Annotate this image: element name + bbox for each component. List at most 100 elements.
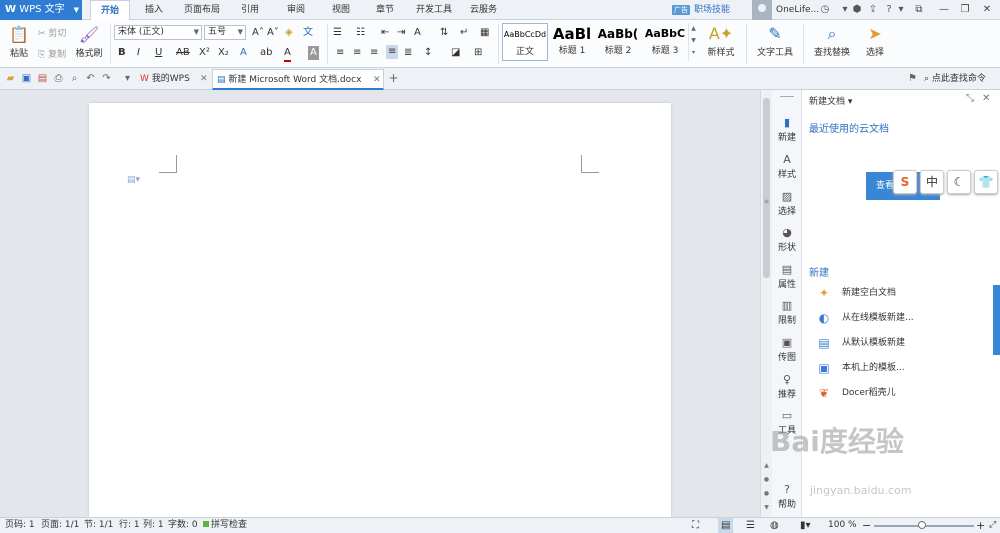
sidebar-item-shape[interactable]: ◕ 形状 [772,226,802,253]
document-page[interactable]: ▤▾ [89,103,671,517]
shading-icon[interactable]: ◪ [451,46,460,60]
print-preview-icon[interactable]: ⌕ [68,72,81,85]
recent-cloud-docs-link[interactable]: 最近使用的云文档 [809,120,889,135]
highlight-icon[interactable]: ab [260,46,272,60]
command-search[interactable]: ⌕ 点此查找命令 [924,68,986,90]
zoom-in-button[interactable]: + [976,518,985,533]
increase-indent-icon[interactable]: ⇥ [397,26,405,40]
share-icon[interactable]: ⇪ [866,3,880,17]
menu-cloud[interactable]: 云服务 [470,0,497,20]
font-name-select[interactable]: 宋体 (正文) ▼ [114,25,202,40]
status-page-number[interactable]: 页码: 1 [5,518,35,533]
clear-format-icon[interactable]: ◈ [285,26,293,40]
tab-my-wps[interactable]: W 我的WPS ✕ [136,69,210,90]
collapse-icon[interactable]: ⤡ [966,93,974,104]
menu-home[interactable]: 开始 [90,0,131,21]
phonetic-icon[interactable]: 文 [303,26,313,40]
font-color-icon[interactable]: A [284,46,291,62]
copy-button[interactable]: ⎘ 复制 [38,47,66,60]
paste-options-icon[interactable]: ▤▾ [127,175,140,185]
tab-document[interactable]: ▤ 新建 Microsoft Word 文档.docx ✕ [212,69,384,90]
sidebar-item-upload-image[interactable]: ▣ 传图 [772,336,802,363]
new-style-button[interactable]: A✦ 新样式 [702,23,740,58]
restore-toolbar-icon[interactable]: ⧉ [910,1,928,19]
expand-icon[interactable]: ⤢ [989,518,996,533]
show-marks-icon[interactable]: ↵ [460,26,468,40]
zoom-slider-thumb[interactable] [918,521,926,529]
bold-button[interactable]: B [118,46,126,60]
sync-icon[interactable]: ◷ [818,3,832,17]
status-row[interactable]: 行: 1 [119,518,140,533]
style-heading-3[interactable]: AaBbC 标题 3 [642,23,688,61]
paste-button[interactable]: 📋 粘贴 [6,24,32,59]
select-button[interactable]: ➤ 选择 [860,23,890,58]
maximize-button[interactable]: ❐ [956,1,974,19]
sidebar-item-new[interactable]: ▮ 新建 [772,116,802,143]
moon-icon[interactable]: ☾ [947,170,971,194]
ad-link[interactable]: 职场技能 [694,0,730,20]
zoom-out-button[interactable]: − [862,518,871,533]
minimize-button[interactable]: — [935,1,953,19]
strikethrough-button[interactable]: AB [176,46,190,60]
text-tools-button[interactable]: ✎ 文字工具 [752,23,798,58]
status-pages[interactable]: 页面: 1/1 [41,518,79,533]
bullet-list-icon[interactable]: ☰ [333,26,342,40]
style-normal[interactable]: AaBbCcDd 正文 [502,23,548,61]
status-col[interactable]: 列: 1 [143,518,164,533]
sort-icon[interactable]: ⇅ [440,26,448,40]
sidebar-item-recommend[interactable]: ♀ 推荐 [772,373,802,400]
subscript-button[interactable]: X₂ [218,46,229,60]
app-menu-button[interactable]: W WPS 文字 ▼ [0,0,82,20]
sidebar-item-restrict[interactable]: ▥ 限制 [772,299,802,326]
open-folder-icon[interactable]: ▰ [4,72,17,85]
prev-page-icon[interactable]: ● [763,476,770,483]
scroll-up-icon[interactable]: ▲ [763,462,770,469]
format-painter-button[interactable]: 🖌 格式刷 [74,24,104,59]
text-effect-icon[interactable]: A [240,46,247,60]
menu-chapter[interactable]: 章节 [376,0,394,20]
menu-view[interactable]: 视图 [332,0,350,20]
superscript-button[interactable]: X² [199,46,210,60]
menu-references[interactable]: 引用 [241,0,259,20]
cut-button[interactable]: ✂ 剪切 [38,26,66,39]
distributed-icon[interactable]: ≣ [404,46,412,60]
read-mode-icon[interactable]: ▮▾ [800,518,811,533]
align-center-icon[interactable]: ≡ [353,46,361,60]
decrease-indent-icon[interactable]: ⇤ [381,26,389,40]
status-word-count[interactable]: 字数: 0 [168,518,198,533]
fullscreen-icon[interactable]: ⛶ [692,518,699,533]
next-page-icon[interactable]: ● [763,490,770,497]
sidebar-item-style[interactable]: A 样式 [772,153,802,180]
chevron-down-icon[interactable]: ▾ [894,3,908,17]
line-spacing-icon[interactable]: ↕ [424,46,432,60]
ime-chinese-icon[interactable]: 中 [920,170,944,194]
status-section[interactable]: 节: 1/1 [84,518,113,533]
web-view-icon[interactable]: ◍ [770,518,779,533]
avatar[interactable] [752,0,772,20]
style-heading-2[interactable]: AaBb( 标题 2 [596,23,640,61]
redo-icon[interactable]: ↷ [100,72,113,85]
undo-icon[interactable]: ↶ [84,72,97,85]
sidebar-item-select[interactable]: ▨ 选择 [772,190,802,217]
find-replace-button[interactable]: ⌕ 查找替换 [808,23,856,58]
save-icon[interactable]: ▣ [20,72,33,85]
pin-icon[interactable]: ⚑ [906,72,919,85]
export-pdf-icon[interactable]: ▤ [36,72,49,85]
menu-review[interactable]: 审阅 [287,0,305,20]
italic-button[interactable]: I [137,46,140,60]
sogou-ime-icon[interactable]: S [893,170,917,194]
new-tab-icon[interactable]: + [387,72,400,85]
close-icon[interactable]: ✕ [200,69,208,89]
table-icon[interactable]: ▦ [480,26,489,40]
shirt-icon[interactable]: 👕 [974,170,998,194]
style-heading-1[interactable]: AaBl 标题 1 [550,23,594,61]
chevron-down-icon[interactable]: ▾ [121,72,134,85]
task-pane-title[interactable]: 新建文档 ▾ [809,94,852,107]
skin-icon[interactable]: ⬢ [850,3,864,17]
sidebar-item-properties[interactable]: ▤ 属性 [772,263,802,290]
shrink-font-icon[interactable]: A˅ [267,26,279,40]
align-right-icon[interactable]: ≡ [370,46,378,60]
username[interactable]: OneLife... [776,0,819,20]
pane-edge-tab[interactable] [993,285,1000,355]
menu-insert[interactable]: 插入 [145,0,163,20]
